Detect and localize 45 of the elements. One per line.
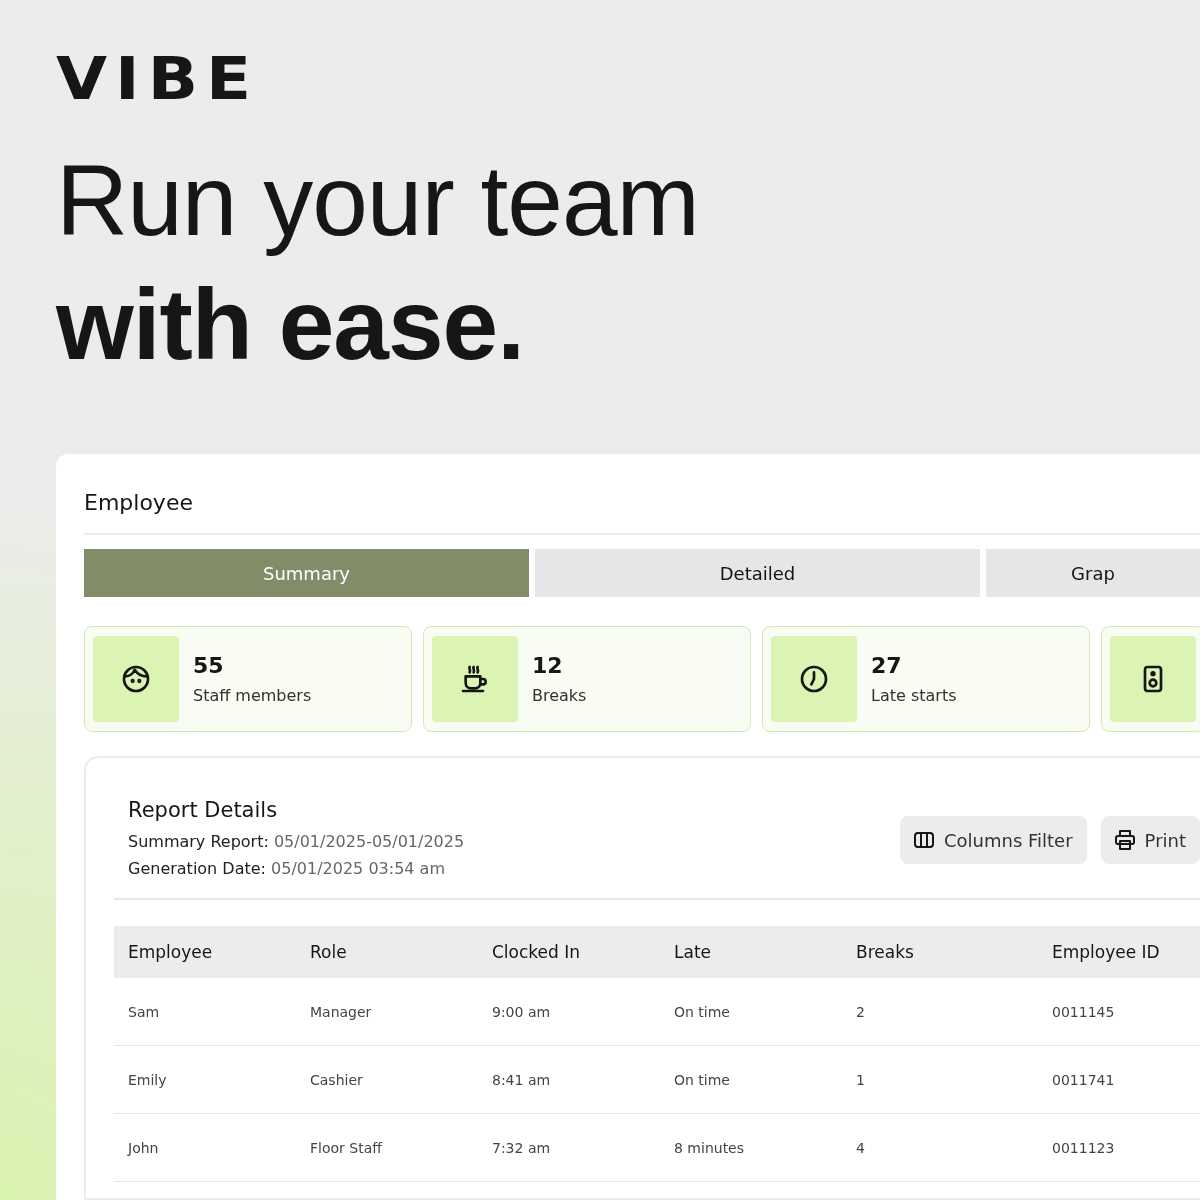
tab[interactable]: Summary <box>84 549 529 597</box>
columns-filter-button[interactable]: Columns Filter <box>899 816 1087 864</box>
table-cell-text: 8 minutes <box>673 1139 746 1156</box>
stat-value: 12 <box>532 653 564 678</box>
table-cell-text: 4 <box>855 1139 866 1156</box>
column-header: Employee ID <box>1051 942 1161 962</box>
table-cell-text: 0011741 <box>1051 1071 1116 1088</box>
column-header: Role <box>309 942 348 962</box>
table-cell-text: Cashier <box>309 1071 364 1088</box>
table-cell-text: Emily <box>127 1071 168 1088</box>
column-header: Clocked In <box>491 942 582 962</box>
column-header: Late <box>673 942 712 962</box>
table-cell-text: 1 <box>855 1071 866 1088</box>
panel-title: Employee <box>84 490 1200 535</box>
table-cell-text: On time <box>673 1003 731 1020</box>
table-cell-text: 0011145 <box>1051 1003 1116 1020</box>
clock-icon <box>798 663 830 695</box>
face-icon <box>120 663 152 695</box>
column-header: Breaks <box>855 942 915 962</box>
stat-label: Late starts <box>871 686 957 705</box>
tab[interactable]: Grap <box>986 549 1200 597</box>
tab[interactable]: Detailed <box>535 549 980 597</box>
table-cell-text: Manager <box>309 1003 373 1020</box>
stat-value: 55 <box>193 653 225 678</box>
table-cell-text: 7:32 am <box>491 1139 552 1156</box>
table-cell-text: 9:00 am <box>491 1003 552 1020</box>
headline: with ease. <box>56 267 524 382</box>
printer-icon <box>1112 828 1137 852</box>
column-header: Employee <box>127 942 214 962</box>
headline: Run your team <box>56 143 699 258</box>
table-cell-text: 0011123 <box>1051 1139 1116 1156</box>
vibe-logo: VIBE <box>56 52 260 106</box>
table-cell-text: 2 <box>855 1003 866 1020</box>
stat-label: Breaks <box>532 686 587 705</box>
table-cell-text: On time <box>673 1071 731 1088</box>
report-meta: Generation Date: 05/01/2025 03:54 am <box>128 858 446 880</box>
report-meta: Summary Report: 05/01/2025-05/01/2025 <box>128 831 465 853</box>
stat-label: Staff members <box>193 686 312 705</box>
table-cell-text: Sam <box>127 1003 161 1020</box>
table-cell-text: Floor Staff <box>309 1139 384 1156</box>
stat-value: 27 <box>871 653 903 678</box>
print-button[interactable]: Print <box>1100 816 1200 864</box>
report-title: Report Details <box>128 798 279 822</box>
table-cell-text: John <box>126 1139 160 1156</box>
table-cell-text: 8:41 am <box>491 1071 552 1088</box>
